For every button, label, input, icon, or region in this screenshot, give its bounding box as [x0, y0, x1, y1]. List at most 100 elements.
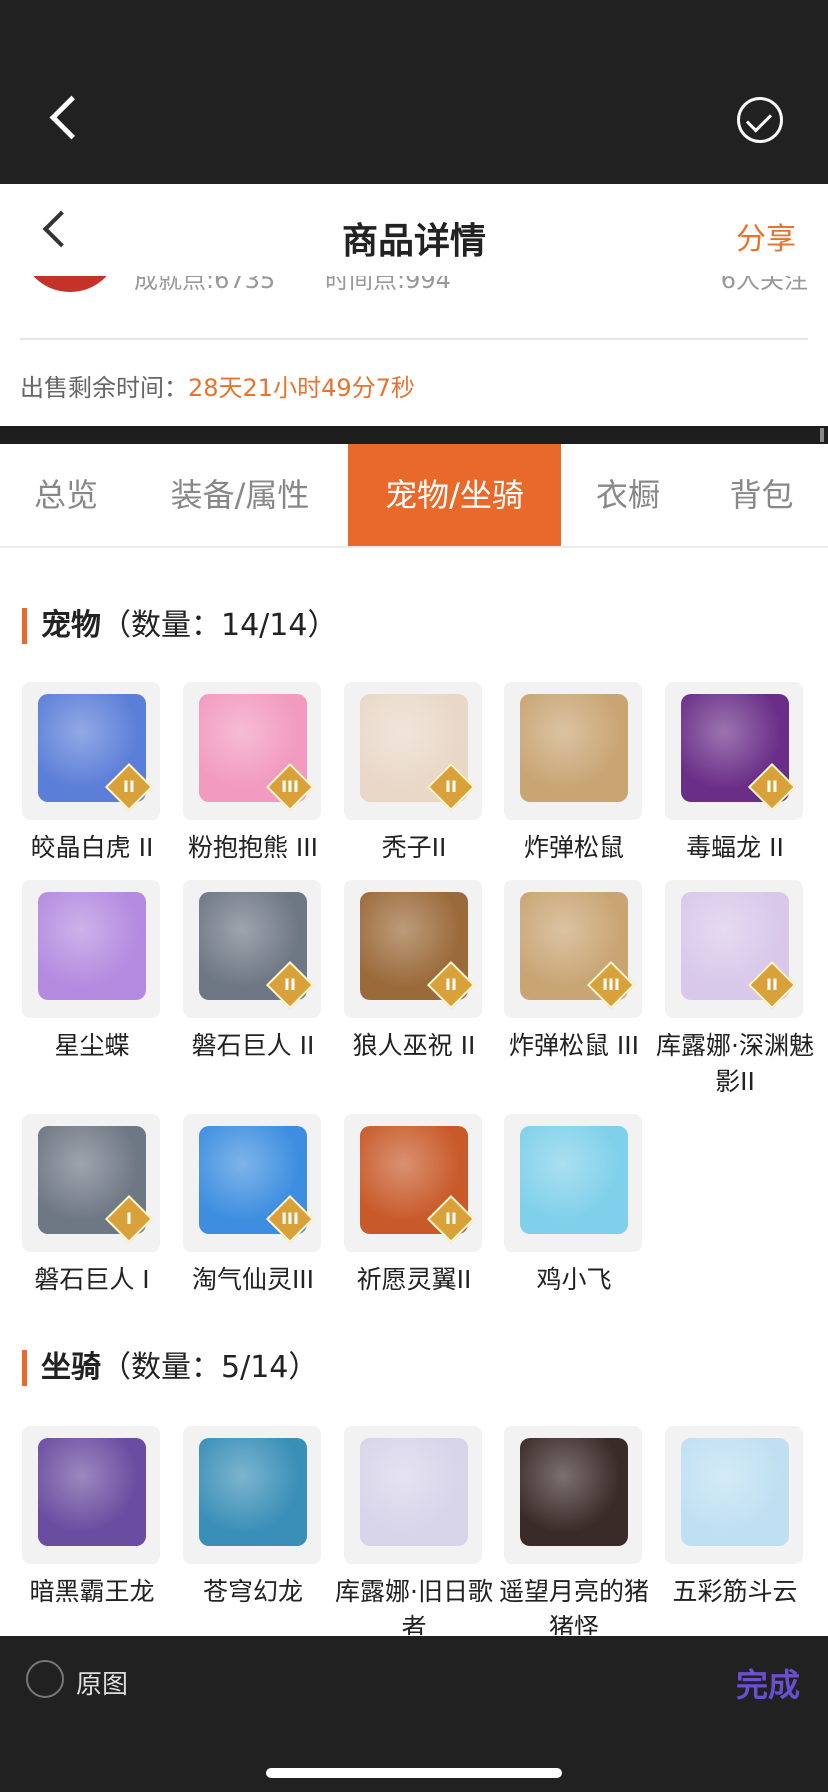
- pet-item[interactable]: III 粉抱抱熊 III: [183, 682, 323, 866]
- mount-thumbnail: [183, 1426, 321, 1564]
- avatar: [20, 276, 120, 292]
- grade-label: III: [602, 975, 620, 994]
- grade-label: II: [766, 975, 778, 994]
- pet-name: 炸弹松鼠: [523, 833, 624, 862]
- pet-thumbnail: II: [183, 880, 321, 1018]
- mounts-count: （数量：5/14）: [101, 1350, 319, 1385]
- pet-item[interactable]: II 狼人巫祝 II: [344, 880, 484, 1064]
- grade-label: III: [281, 1209, 299, 1228]
- scroll-strip: [0, 426, 828, 444]
- mount-name: 暗黑霸王龙: [29, 1577, 155, 1606]
- original-image-label[interactable]: 原图: [76, 1664, 128, 1701]
- pet-item[interactable]: II 磐石巨人 II: [183, 880, 323, 1064]
- pet-name: 磐石巨人 II: [191, 1031, 315, 1060]
- mount-thumbnail: [665, 1426, 803, 1564]
- achievement-points: 成就点:6735: [134, 276, 276, 294]
- grade-label: II: [284, 975, 296, 994]
- pet-thumbnail: II: [665, 682, 803, 820]
- pet-item[interactable]: III 淘气仙灵III: [183, 1114, 323, 1298]
- original-image-radio[interactable]: [26, 1660, 64, 1698]
- pet-item[interactable]: 炸弹松鼠: [504, 682, 644, 866]
- tab-overview[interactable]: 总览: [0, 444, 132, 546]
- mount-thumbnail: [22, 1426, 160, 1564]
- followers-count: 6人关注: [720, 276, 808, 294]
- mount-item[interactable]: 苍穹幻龙: [183, 1426, 323, 1610]
- mount-item[interactable]: 五彩筋斗云: [665, 1426, 805, 1610]
- pets-section-title: 宠物（数量：14/14）: [22, 608, 337, 644]
- divider: [20, 338, 808, 340]
- tab-wardrobe[interactable]: 衣橱: [561, 444, 695, 546]
- mount-image: [38, 1438, 146, 1546]
- pet-thumbnail: [504, 682, 642, 820]
- pet-name: 淘气仙灵III: [191, 1265, 315, 1294]
- mount-image: [520, 1438, 628, 1546]
- pet-name: 毒蝠龙 II: [686, 833, 784, 862]
- pet-image: [520, 1126, 628, 1234]
- share-button[interactable]: 分享: [736, 214, 796, 258]
- home-indicator: [266, 1768, 562, 1778]
- pets-mounts-content: 宠物（数量：14/14） II 皎晶白虎 II III 粉抱抱熊 III II 秃子II 炸…: [0, 550, 828, 1635]
- pet-item[interactable]: I 磐石巨人 I: [22, 1114, 162, 1298]
- pets-count: （数量：14/14）: [101, 608, 338, 643]
- grade-label: II: [123, 777, 135, 796]
- pet-thumbnail: II: [344, 1114, 482, 1252]
- remain-label: 出售剩余时间：: [20, 374, 188, 402]
- mount-name: 遥望月亮的猪猪怪: [498, 1577, 649, 1635]
- tab-equipment[interactable]: 装备/属性: [132, 444, 348, 546]
- tab-pets-mounts[interactable]: 宠物/坐骑: [348, 444, 561, 546]
- pet-thumbnail: [22, 880, 160, 1018]
- mount-name: 苍穹幻龙: [202, 1577, 303, 1606]
- pet-name: 粉抱抱熊 III: [187, 833, 319, 862]
- pet-name: 狼人巫祝 II: [352, 1031, 476, 1060]
- chevron-left-icon[interactable]: [44, 96, 84, 144]
- sale-remaining-time: 出售剩余时间：28天21小时49分7秒: [20, 368, 415, 403]
- grade-label: II: [445, 1209, 457, 1228]
- pet-item[interactable]: II 皎晶白虎 II: [22, 682, 162, 866]
- pet-name: 秃子II: [381, 833, 447, 862]
- pet-name: 炸弹松鼠 III: [508, 1031, 640, 1060]
- tab-bag[interactable]: 背包: [695, 444, 828, 546]
- pet-thumbnail: II: [344, 880, 482, 1018]
- grade-label: II: [445, 975, 457, 994]
- editor-bottom-bar: 原图 完成: [0, 1636, 828, 1792]
- mount-thumbnail: [344, 1426, 482, 1564]
- pet-name: 祈愿灵翼II: [356, 1265, 472, 1294]
- pet-item[interactable]: 星尘蝶: [22, 880, 162, 1064]
- page-title: 商品详情: [341, 221, 486, 262]
- mount-item[interactable]: 暗黑霸王龙: [22, 1426, 162, 1610]
- pet-item[interactable]: II 秃子II: [344, 682, 484, 866]
- mount-image: [360, 1438, 468, 1546]
- pet-thumbnail: I: [22, 1114, 160, 1252]
- grade-label: II: [445, 777, 457, 796]
- grade-label: I: [126, 1209, 132, 1228]
- pet-item[interactable]: II 毒蝠龙 II: [665, 682, 805, 866]
- mount-item[interactable]: 库露娜·旧日歌者: [335, 1426, 493, 1635]
- check-circle-icon[interactable]: [737, 97, 783, 143]
- pet-thumbnail: II: [665, 880, 803, 1018]
- mounts-section-title: 坐骑（数量：5/14）: [22, 1350, 318, 1386]
- grade-label: II: [766, 777, 778, 796]
- pet-name: 星尘蝶: [54, 1031, 130, 1060]
- grade-label: III: [281, 777, 299, 796]
- pet-thumbnail: III: [183, 1114, 321, 1252]
- pet-item[interactable]: II 祈愿灵翼II: [344, 1114, 484, 1298]
- time-points: 时间点:994: [325, 276, 451, 294]
- mount-image: [199, 1438, 307, 1546]
- tab-bar: 总览 装备/属性 宠物/坐骑 衣橱 背包: [0, 444, 828, 548]
- page-header: 商品详情 分享: [0, 184, 828, 276]
- pet-item[interactable]: 鸡小飞: [504, 1114, 644, 1298]
- pet-item[interactable]: III 炸弹松鼠 III: [504, 880, 644, 1064]
- remain-value: 28天21小时49分7秒: [188, 374, 415, 402]
- pet-image: [38, 892, 146, 1000]
- pet-name: 库露娜·深渊魅影II: [656, 1031, 814, 1096]
- pet-image: [520, 694, 628, 802]
- pet-item[interactable]: II 库露娜·深渊魅影II: [656, 880, 814, 1100]
- pet-thumbnail: II: [22, 682, 160, 820]
- mounts-title: 坐骑: [41, 1350, 101, 1385]
- pet-name: 鸡小飞: [536, 1265, 612, 1294]
- pet-name: 皎晶白虎 II: [30, 833, 154, 862]
- mount-image: [681, 1438, 789, 1546]
- mount-item[interactable]: 遥望月亮的猪猪怪: [499, 1426, 649, 1635]
- product-info: 成就点:6735 时间点:994 6人关注 出售剩余时间：28天21小时49分7…: [0, 276, 828, 426]
- done-button[interactable]: 完成: [736, 1660, 800, 1706]
